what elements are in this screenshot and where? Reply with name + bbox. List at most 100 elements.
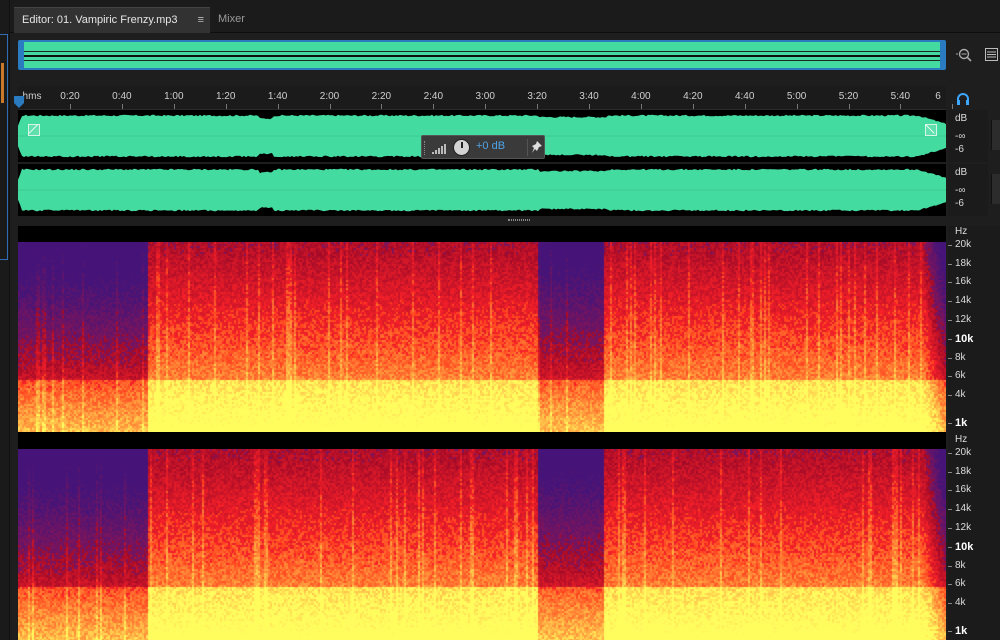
ruler-tick-label: 5:00 bbox=[786, 91, 807, 102]
hz-tick bbox=[948, 631, 952, 632]
waveform-right-svg bbox=[18, 168, 946, 212]
ruler-tick bbox=[640, 104, 642, 109]
hz-tick-label: 8k bbox=[955, 352, 966, 363]
ruler-tick-label: 1:20 bbox=[215, 91, 236, 102]
hz-tick-label: 4k bbox=[955, 389, 966, 400]
hz-tick bbox=[948, 547, 952, 548]
fade-in-handle-icon[interactable] bbox=[28, 124, 40, 136]
hz-unit: Hz bbox=[955, 226, 968, 237]
tab-bar: Editor: 01. Vampiric Frenzy.mp3 ≡ Mixer bbox=[10, 0, 1000, 33]
spectral-left-canvas bbox=[18, 242, 946, 432]
hz-tick-label: 4k bbox=[955, 597, 966, 608]
overview-wave-lower bbox=[20, 60, 944, 61]
hz-tick-label: 20k bbox=[955, 447, 972, 458]
ruler-tick bbox=[796, 104, 798, 109]
tab-mixer[interactable]: Mixer bbox=[210, 7, 270, 33]
ruler-tick-label: 3:00 bbox=[475, 91, 495, 102]
channel-left-toggle[interactable] bbox=[991, 120, 1000, 150]
hz-tick bbox=[948, 358, 952, 359]
ruler-tick bbox=[433, 104, 435, 109]
overview-left-handle[interactable] bbox=[20, 42, 24, 68]
gain-value[interactable]: +0 dB bbox=[476, 140, 505, 152]
hz-tick-label: 14k bbox=[955, 503, 972, 514]
ruler-tick-label: 4:20 bbox=[683, 91, 703, 102]
hz-scale-right: Hz 20k 18k 16k 14k 12k 10k 8k 6k 4k 1k bbox=[948, 434, 1000, 640]
ruler-tick-label: 6 bbox=[935, 91, 941, 102]
tab-editor[interactable]: Editor: 01. Vampiric Frenzy.mp3 ≡ bbox=[14, 7, 210, 33]
left-panel-strip bbox=[0, 0, 10, 640]
ruler-tick-label: 2:00 bbox=[319, 91, 340, 102]
hz-tick bbox=[948, 566, 952, 567]
ruler-tick-label: 4:00 bbox=[631, 91, 651, 102]
ruler-tick-label: 0:40 bbox=[112, 91, 132, 102]
spectral-gap-mid bbox=[18, 432, 946, 449]
hud-grip[interactable] bbox=[424, 141, 427, 155]
waveform-channel-right[interactable] bbox=[18, 164, 946, 216]
db-minus6: -6 bbox=[955, 198, 964, 209]
hz-unit: Hz bbox=[955, 434, 968, 445]
db-minus6: -6 bbox=[955, 144, 964, 155]
ruler-tick bbox=[744, 104, 746, 109]
hz-tick bbox=[948, 453, 952, 454]
ruler-tick bbox=[589, 104, 590, 109]
pin-icon[interactable] bbox=[531, 140, 543, 154]
hz-tick-label: 1k bbox=[955, 417, 968, 429]
hz-tick-label: 18k bbox=[955, 466, 972, 477]
db-neg-inf: -∞ bbox=[955, 185, 966, 196]
overview-right-handle[interactable] bbox=[940, 42, 944, 68]
spectral-right-canvas bbox=[18, 449, 946, 640]
ruler-tick bbox=[537, 104, 539, 109]
ruler-tick bbox=[121, 104, 123, 109]
db-scale-left: dB -∞ -6 bbox=[948, 110, 988, 162]
hz-tick-label: 16k bbox=[955, 484, 972, 495]
hz-tick-label: 8k bbox=[955, 560, 966, 571]
playhead-marker-icon[interactable] bbox=[14, 96, 24, 108]
tab-editor-menu-icon[interactable]: ≡ bbox=[198, 8, 204, 32]
hz-tick bbox=[948, 320, 952, 321]
ruler-tick-label: 4:40 bbox=[734, 91, 755, 102]
ruler-tick-label: 0:20 bbox=[60, 91, 80, 102]
hz-scale-left: Hz 20k 18k 16k 14k 12k 10k 8k 6k 4k 1k bbox=[948, 226, 1000, 434]
spectral-display-left[interactable] bbox=[18, 242, 946, 432]
spectral-display-right[interactable] bbox=[18, 449, 946, 640]
splitter-grip[interactable] bbox=[508, 219, 530, 221]
hz-tick bbox=[948, 423, 952, 424]
hz-tick-label: 16k bbox=[955, 276, 972, 287]
ruler-tick-label: 3:20 bbox=[527, 91, 547, 102]
overview-navigator[interactable] bbox=[18, 40, 946, 70]
hz-tick-label: 18k bbox=[955, 258, 972, 269]
ruler-tick bbox=[848, 104, 850, 109]
ruler-tick bbox=[225, 104, 227, 109]
hz-tick bbox=[948, 584, 952, 585]
fade-out-handle-icon[interactable] bbox=[925, 124, 937, 136]
tab-mixer-label: Mixer bbox=[218, 13, 245, 25]
ruler-tick-label: 5:20 bbox=[838, 91, 859, 102]
ruler-tick bbox=[900, 104, 902, 109]
ruler-tick bbox=[173, 104, 175, 109]
ruler-tick bbox=[70, 104, 71, 109]
hz-tick bbox=[948, 509, 952, 510]
headphone-icon[interactable] bbox=[956, 92, 970, 106]
hz-tick-label: 20k bbox=[955, 239, 972, 250]
gain-knob-icon[interactable] bbox=[453, 139, 470, 156]
spectral-gap-top bbox=[18, 226, 946, 242]
hz-tick bbox=[948, 282, 952, 283]
zoom-icon[interactable] bbox=[955, 46, 973, 64]
hz-tick bbox=[948, 395, 952, 396]
ruler-tick-label: 1:00 bbox=[164, 91, 184, 102]
hz-tick-label: 1k bbox=[955, 625, 968, 637]
time-ruler[interactable]: hms 0:20 0:40 1:00 1:20 1:40 2:00 2:20 2:40 3:00 3… bbox=[18, 86, 954, 110]
hz-tick-label: 12k bbox=[955, 314, 972, 325]
channel-right-toggle[interactable] bbox=[991, 174, 1000, 204]
hz-tick bbox=[948, 301, 952, 302]
hz-tick bbox=[948, 603, 952, 604]
hz-tick-label: 10k bbox=[955, 541, 974, 553]
left-panel-selection[interactable] bbox=[0, 34, 8, 260]
panel-menu-icon[interactable] bbox=[985, 48, 998, 61]
db-unit: dB bbox=[955, 113, 968, 124]
hz-tick bbox=[948, 245, 952, 246]
hz-tick-label: 10k bbox=[955, 333, 974, 345]
tab-editor-label: Editor: 01. Vampiric Frenzy.mp3 bbox=[22, 14, 178, 26]
ruler-tick bbox=[952, 104, 954, 109]
view-splitter[interactable] bbox=[18, 216, 946, 226]
